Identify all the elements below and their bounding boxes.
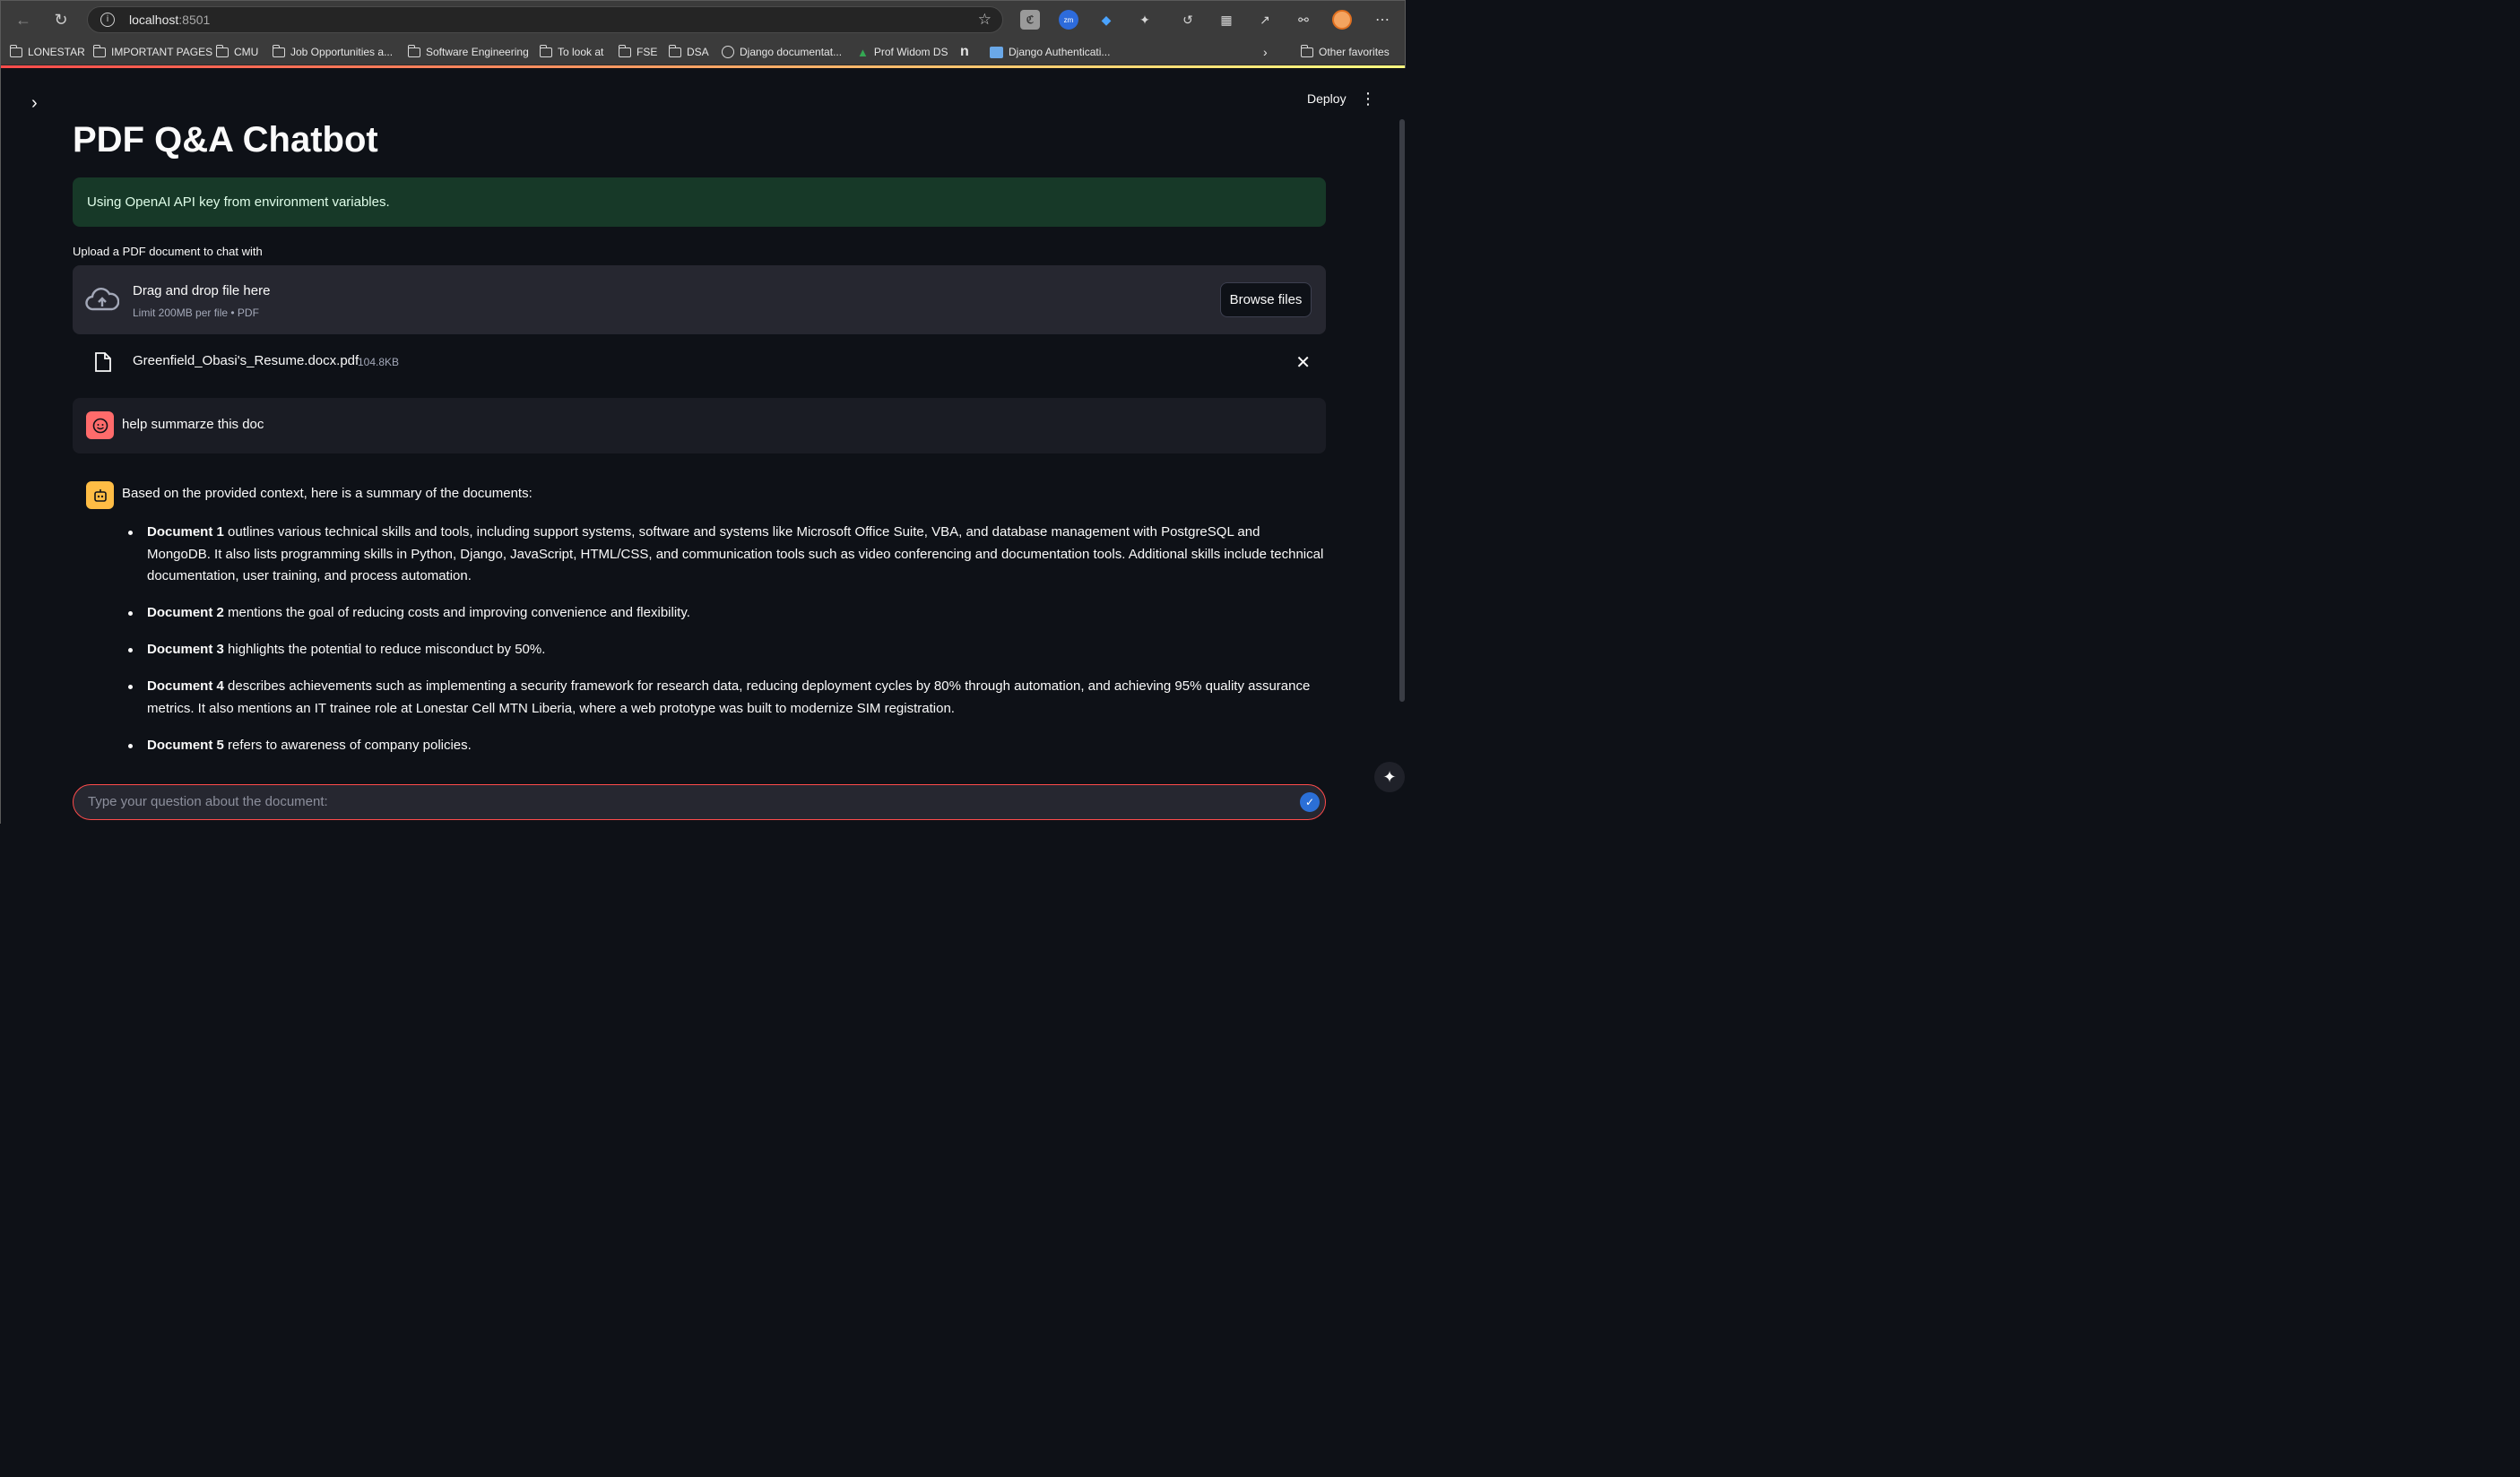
chevron-right-icon[interactable]: ›: [1263, 45, 1268, 59]
summary-doc-label: Document 2: [147, 605, 224, 620]
page-title: PDF Q&A Chatbot: [73, 120, 378, 160]
summary-text: mentions the goal of reducing costs and …: [223, 605, 690, 620]
user-chat-message: help summarze this doc: [73, 398, 1326, 453]
browser-window: ← ↻ i localhost:8501 ☆ ℭ zm ◆ ✦ ↺ ▦ ↗ ⚯ …: [0, 0, 1407, 825]
bookmark-django-auth[interactable]: Django Authenticati...: [990, 45, 1110, 59]
bookmark-to-look-at[interactable]: To look at: [539, 44, 603, 59]
globe-icon: [722, 46, 734, 58]
bot-avatar-icon: [86, 481, 114, 509]
main-menu-icon[interactable]: ⋮: [1360, 90, 1376, 108]
assistant-chat-message: Based on the provided context, here is a…: [73, 471, 1326, 767]
upload-label: Upload a PDF document to chat with: [73, 245, 263, 258]
summary-item: Document 2 mentions the goal of reducing…: [128, 602, 1326, 625]
summary-doc-label: Document 4: [147, 678, 224, 694]
dropzone-limit: Limit 200MB per file • PDF: [133, 307, 259, 319]
bookmark-django-docs[interactable]: Django documentat...: [722, 45, 842, 59]
folder-icon: [668, 44, 681, 57]
location-extension-icon[interactable]: ◆: [1096, 10, 1116, 30]
folder-icon: [92, 44, 106, 57]
bookmark-other-favorites[interactable]: Other favorites: [1300, 44, 1390, 59]
bookmark-lonestar[interactable]: LONESTAR: [9, 44, 85, 59]
remove-file-icon[interactable]: ✕: [1295, 351, 1311, 373]
success-alert: Using OpenAI API key from environment va…: [73, 177, 1326, 227]
summary-text: outlines various technical skills and to…: [147, 524, 1324, 583]
dropzone-title: Drag and drop file here: [133, 283, 271, 298]
uploaded-file-name: Greenfield_Obasi's_Resume.docx.pdf: [133, 353, 359, 368]
summary-text: highlights the potential to reduce misco…: [223, 642, 546, 657]
screenshot-icon[interactable]: ▦: [1217, 10, 1236, 30]
chat-input-placeholder: Type your question about the document:: [88, 794, 328, 809]
folder-icon: [215, 44, 229, 57]
summary-item: Document 1 outlines various technical sk…: [128, 522, 1326, 588]
summary-doc-label: Document 3: [147, 642, 224, 657]
bookmarks-bar: LONESTAR IMPORTANT PAGES CMU Job Opportu…: [1, 39, 1405, 65]
sidebar-expand-icon[interactable]: ›: [31, 93, 38, 114]
refresh-icon[interactable]: ↻: [49, 8, 73, 31]
streamlit-app: › Deploy ⋮ PDF Q&A Chatbot Using OpenAI …: [1, 68, 1407, 825]
folder-icon: [618, 44, 631, 57]
uploaded-file-size: 104.8KB: [358, 356, 400, 368]
user-avatar-icon[interactable]: [1332, 10, 1352, 30]
browser-toolbar: ← ↻ i localhost:8501 ☆ ℭ zm ◆ ✦ ↺ ▦ ↗ ⚯ …: [1, 1, 1405, 39]
sparkle-icon[interactable]: ✦: [1374, 762, 1405, 792]
summary-item: Document 5 refers to awareness of compan…: [128, 735, 1326, 757]
bookmark-fse[interactable]: FSE: [618, 44, 657, 59]
favorite-star-icon[interactable]: ☆: [978, 11, 992, 29]
summary-item: Document 3 highlights the potential to r…: [128, 639, 1326, 661]
file-dropzone[interactable]: Drag and drop file here Limit 200MB per …: [73, 265, 1326, 334]
address-url: localhost:8501: [129, 13, 211, 27]
folder-icon: [1300, 44, 1313, 57]
deploy-button[interactable]: Deploy: [1307, 91, 1347, 106]
bookmark-important-pages[interactable]: IMPORTANT PAGES: [92, 44, 212, 59]
uploaded-file-row: Greenfield_Obasi's_Resume.docx.pdf 104.8…: [73, 344, 1326, 380]
summary-text: describes achievements such as implement…: [147, 678, 1311, 716]
folder-icon: [9, 44, 22, 57]
file-icon: [95, 352, 111, 372]
site-favicon-icon: [990, 46, 1003, 58]
folder-icon: [407, 44, 420, 57]
back-icon[interactable]: ←: [12, 8, 35, 31]
send-icon[interactable]: ✓: [1300, 792, 1320, 812]
share-icon[interactable]: ↗: [1255, 10, 1275, 30]
user-avatar-icon: [86, 411, 114, 439]
profile-sync-icon[interactable]: ⚯: [1294, 10, 1313, 30]
address-bar[interactable]: i localhost:8501 ☆: [87, 6, 1003, 33]
history-icon[interactable]: ↺: [1178, 10, 1198, 30]
summary-doc-label: Document 1: [147, 524, 224, 540]
extensions-puzzle-icon[interactable]: ✦: [1135, 10, 1155, 30]
scrollbar[interactable]: [1399, 119, 1405, 702]
summary-list: Document 1 outlines various technical sk…: [128, 522, 1326, 772]
site-info-icon[interactable]: i: [100, 13, 115, 27]
folder-icon: [539, 44, 552, 57]
notion-bookmark-icon[interactable]: n: [960, 44, 969, 59]
chat-input[interactable]: Type your question about the document: ✓: [73, 784, 1326, 820]
cloud-upload-icon: [85, 288, 119, 311]
extension-icon[interactable]: ℭ: [1020, 10, 1040, 30]
browse-files-button[interactable]: Browse files: [1220, 282, 1312, 317]
assistant-intro-text: Based on the provided context, here is a…: [122, 486, 533, 501]
summary-item: Document 4 describes achievements such a…: [128, 676, 1326, 720]
bookmark-job-opportunities[interactable]: Job Opportunities a...: [272, 44, 393, 59]
bookmark-dsa[interactable]: DSA: [668, 44, 709, 59]
folder-icon: [272, 44, 285, 57]
bookmark-prof-widom[interactable]: ▲ Prof Widom DS: [857, 45, 948, 59]
zoom-extension-icon[interactable]: zm: [1059, 10, 1078, 30]
summary-text: refers to awareness of company policies.: [223, 737, 472, 753]
summary-doc-label: Document 5: [147, 737, 224, 753]
bookmark-software-engineering[interactable]: Software Engineering: [407, 44, 529, 59]
bookmark-cmu[interactable]: CMU: [215, 44, 258, 59]
drive-icon: ▲: [857, 45, 869, 59]
browser-menu-icon[interactable]: ⋯: [1373, 10, 1392, 30]
user-message-text: help summarze this doc: [122, 417, 264, 432]
